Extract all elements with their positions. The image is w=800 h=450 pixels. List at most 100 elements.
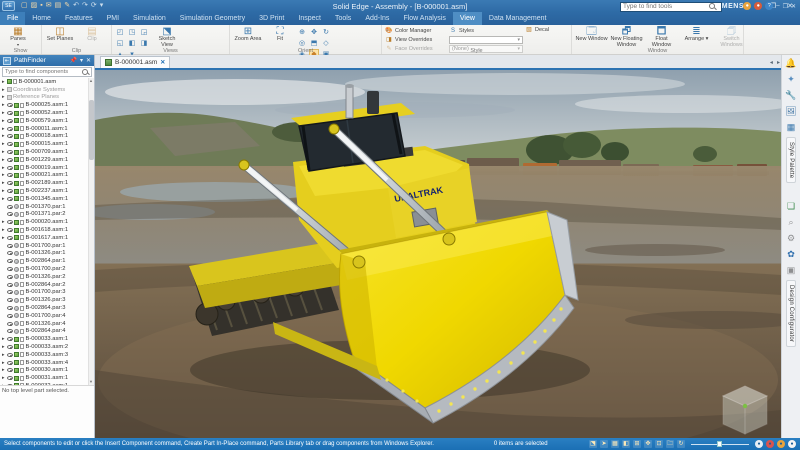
visibility-eye-icon[interactable] xyxy=(7,173,13,177)
visibility-eye-icon[interactable] xyxy=(7,212,13,216)
visibility-eye-icon[interactable] xyxy=(7,345,13,349)
find-components-input[interactable] xyxy=(3,69,82,75)
apps-icon[interactable]: ▣ xyxy=(785,264,798,277)
display-settings-icon[interactable]: 🖼 xyxy=(785,105,798,118)
tab-nav-0[interactable]: ◂ xyxy=(770,59,773,66)
rotate-icon[interactable]: ↻ xyxy=(321,27,331,36)
customize-icon[interactable]: 🔧 xyxy=(785,89,798,102)
find-tools-box[interactable] xyxy=(620,2,722,12)
visibility-eye-icon[interactable] xyxy=(7,267,13,271)
visibility-eye-icon[interactable] xyxy=(7,251,13,255)
tree-item-b-001326-par-3[interactable]: B-001326.par:3 xyxy=(2,296,94,304)
manage-icon[interactable]: ▤ xyxy=(55,2,62,10)
tree-item-b-000031-asm-1[interactable]: ▸B-000031.asm:1 xyxy=(2,374,94,382)
application-button[interactable]: SE xyxy=(2,1,15,11)
slider-handle[interactable] xyxy=(717,441,722,447)
menu-tab-tools[interactable]: Tools xyxy=(328,12,358,25)
visibility-eye-icon[interactable] xyxy=(7,228,13,232)
pan-icon[interactable]: ✥ xyxy=(644,440,652,448)
set-planes-button[interactable]: ◫ Set Planes xyxy=(45,26,75,47)
visibility-eye-icon[interactable] xyxy=(7,376,13,380)
refresh-icon[interactable]: ⟳ xyxy=(91,2,97,10)
saved-view-3-icon[interactable]: ◨ xyxy=(139,38,149,47)
scrollbar-thumb[interactable] xyxy=(89,100,94,160)
add-in-manager-icon[interactable]: ✿ xyxy=(785,248,798,261)
view-styles-icon[interactable]: ◧ xyxy=(622,440,630,448)
tree-item-b-001345-asm-1[interactable]: ▸B-001345.asm:1 xyxy=(2,195,94,203)
help-view-icon[interactable]: ● xyxy=(788,440,796,448)
tree-item-b-000018-asm-1[interactable]: ▸B-000018.asm:1 xyxy=(2,133,94,141)
tree-item-b-000015-asm-1[interactable]: ▸B-000015.asm:1 xyxy=(2,140,94,148)
window-scale-icon[interactable]: ⊞ xyxy=(633,440,641,448)
visibility-eye-icon[interactable] xyxy=(7,205,13,209)
tree-item-b-001700-par-4[interactable]: B-001700.par:4 xyxy=(2,312,94,320)
tree-item-b-001618-asm-1[interactable]: ▸B-001618.asm:1 xyxy=(2,226,94,234)
visibility-eye-icon[interactable] xyxy=(7,368,13,372)
tree-root[interactable]: ▸B-000001.asm xyxy=(2,78,94,86)
sketch-view-button[interactable]: ⬔ Sketch View xyxy=(152,26,182,47)
zoom-tool-icon[interactable]: ⌕ xyxy=(785,216,798,229)
view-wireframe-icon[interactable]: ◇ xyxy=(321,38,331,47)
properties-icon[interactable]: ✎ xyxy=(64,2,70,10)
tree-item-b-000030-asm-1[interactable]: ▸B-000030.asm:1 xyxy=(2,366,94,374)
menu-tab-data-management[interactable]: Data Management xyxy=(482,12,554,25)
switch-windows-button[interactable]: 🗇Switch Windows xyxy=(715,26,748,47)
dock-icon[interactable]: ⇤ xyxy=(3,57,11,65)
menu-tab-inspect[interactable]: Inspect xyxy=(291,12,328,25)
arrange-button[interactable]: ≣Arrange ▾ xyxy=(680,26,713,47)
tree-item-b-001326-par-1[interactable]: B-001326.par:1 xyxy=(2,250,94,258)
tree-scrollbar[interactable]: ▲ ▼ xyxy=(88,78,94,385)
select-icon[interactable]: ➤ xyxy=(600,440,608,448)
tree-item-b-000020-asm-1[interactable]: ▸B-000020.asm:1 xyxy=(2,218,94,226)
doc-restore-button[interactable]: ❐ xyxy=(783,3,788,10)
menu-tab-file[interactable]: File xyxy=(0,12,25,25)
common-views-icon[interactable]: ⬒ xyxy=(309,38,319,47)
community-icon[interactable]: ● xyxy=(743,2,751,10)
menu-tab-3d-print[interactable]: 3D Print xyxy=(252,12,291,25)
find-tools-input[interactable] xyxy=(621,3,709,10)
tree-item-b-002864-par-4[interactable]: B-002864.par:4 xyxy=(2,328,94,336)
saved-view-1-icon[interactable]: ◱ xyxy=(115,38,125,47)
visibility-eye-icon[interactable] xyxy=(7,150,13,154)
customize-icon[interactable]: ▾ xyxy=(100,2,104,10)
layers-icon[interactable]: ❏ xyxy=(785,200,798,213)
previous-view-icon[interactable]: ● xyxy=(777,440,785,448)
named-views-icon[interactable]: ▦ xyxy=(611,440,619,448)
menu-tab-simulation[interactable]: Simulation xyxy=(126,12,173,25)
rotate-icon[interactable]: ↻ xyxy=(677,440,685,448)
visibility-eye-icon[interactable] xyxy=(7,189,13,193)
named-view-2-icon[interactable]: ◳ xyxy=(127,27,137,36)
tree-item-b-000709-asm-1[interactable]: ▸B-000709.asm:1 xyxy=(2,148,94,156)
new-document-icon[interactable]: ▢ xyxy=(21,2,28,10)
visibility-eye-icon[interactable] xyxy=(7,337,13,341)
color-manager-button[interactable]: 🎨Color Manager xyxy=(385,27,447,35)
tree-item-b-000579-asm-1[interactable]: ▸B-000579.asm:1 xyxy=(2,117,94,125)
tree-item-b-000033-asm-2[interactable]: ▸B-000033.asm:2 xyxy=(2,343,94,351)
visibility-eye-icon[interactable] xyxy=(7,236,13,240)
tab-close-icon[interactable]: ✕ xyxy=(160,59,165,66)
tree-item-b-001700-par-3[interactable]: B-001700.par:3 xyxy=(2,289,94,297)
fit-icon[interactable]: ● xyxy=(755,440,763,448)
redo-icon[interactable]: ↷ xyxy=(82,2,88,10)
visibility-eye-icon[interactable] xyxy=(7,322,13,326)
zoom-area-icon[interactable]: ⊡ xyxy=(655,440,663,448)
decal-button[interactable]: ▧Decal xyxy=(525,26,549,34)
tree-item-b-002864-par-3[interactable]: B-002864.par:3 xyxy=(2,304,94,312)
primitives-icon[interactable]: ✦ xyxy=(785,73,798,86)
visibility-eye-icon[interactable] xyxy=(7,306,13,310)
visibility-eye-icon[interactable] xyxy=(7,275,13,279)
design-configurator-tab[interactable]: Design Configurator xyxy=(786,280,796,347)
menu-tab-view[interactable]: View xyxy=(453,12,482,25)
open-icon[interactable]: ▨ xyxy=(31,2,38,10)
save-icon[interactable]: ▪ xyxy=(40,2,42,10)
visibility-eye-icon[interactable] xyxy=(7,158,13,162)
tree-coordinate-systems[interactable]: ▸Coordinate Systems xyxy=(2,86,94,94)
tree-item-b-002864-par-1[interactable]: B-002864.par:1 xyxy=(2,257,94,265)
named-view-3-icon[interactable]: ◲ xyxy=(139,27,149,36)
clip-button[interactable]: ▤ Clip xyxy=(77,26,107,47)
doc-close-button[interactable]: ✕ xyxy=(791,3,796,10)
tree-item-b-002237-asm-1[interactable]: ▸B-002237.asm:1 xyxy=(2,187,94,195)
visibility-eye-icon[interactable] xyxy=(7,111,13,115)
tree-item-b-000033-asm-1[interactable]: ▸B-000033.asm:1 xyxy=(2,335,94,343)
tree-item-b-000021-asm-1[interactable]: ▸B-000021.asm:1 xyxy=(2,172,94,180)
